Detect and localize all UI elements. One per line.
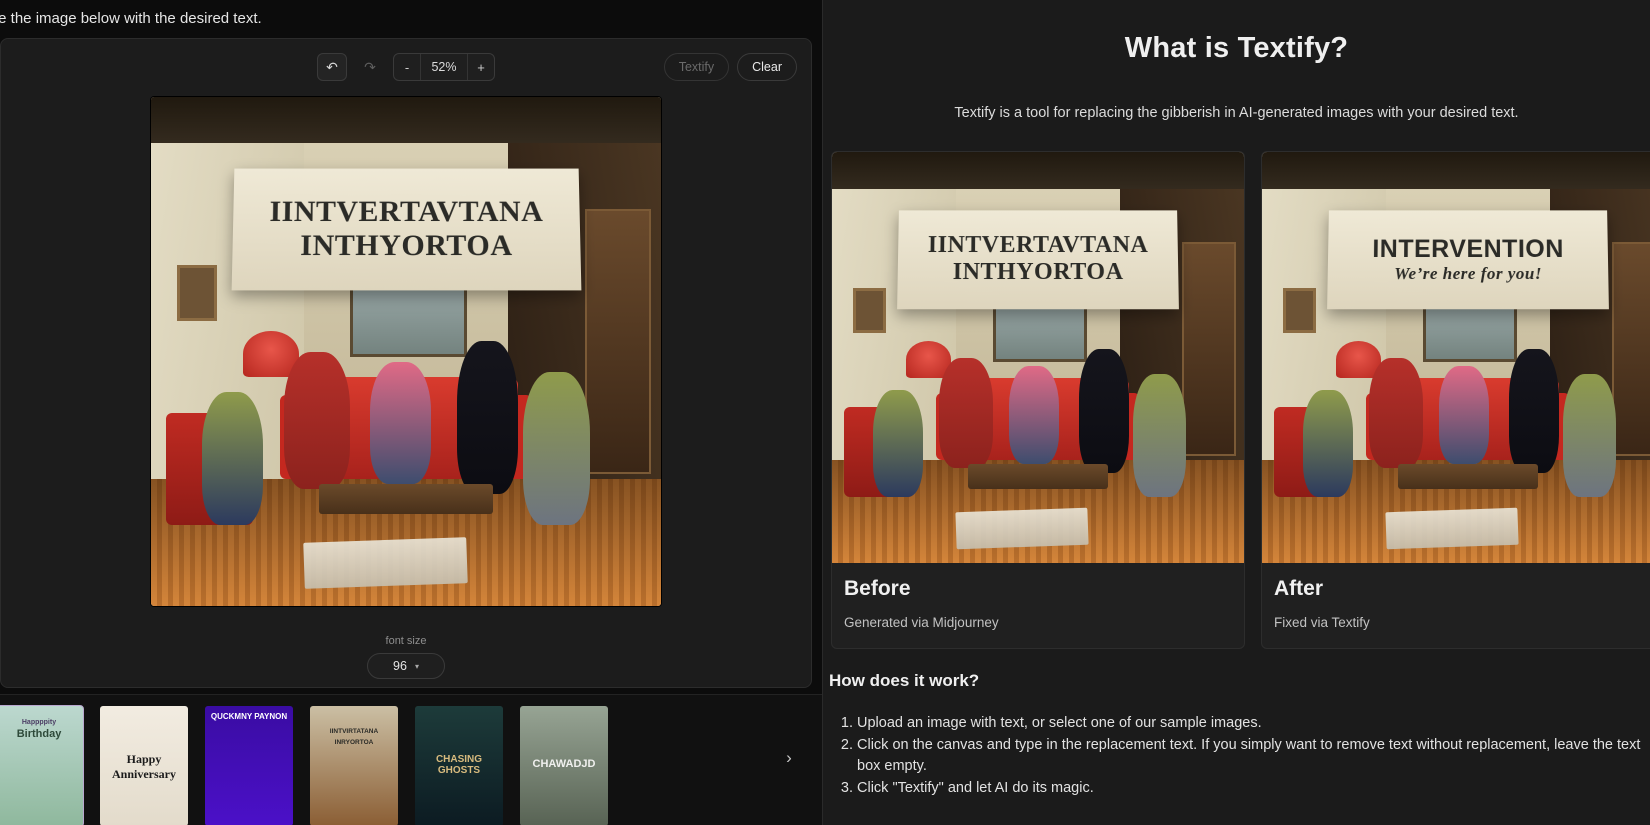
after-image: INTERVENTION We’re here for you!	[1262, 152, 1650, 563]
before-banner-line2: INTHYORTOA	[952, 258, 1124, 285]
canvas-banner: IINTVERTAVTANA INTHYORTOA	[231, 168, 581, 291]
editor-card: ↶ ↷ - 52% + Textify Clear IINTVERTAVTANA…	[0, 38, 812, 688]
sample-image-carousel: Happppity Birthday Happy Anniversary QUC…	[0, 694, 822, 825]
scene-artwork: IINTVERTAVTANA INTHYORTOA	[151, 97, 661, 606]
before-caption: Generated via Midjourney	[844, 615, 999, 630]
canvas-area: IINTVERTAVTANA INTHYORTOA	[1, 97, 811, 606]
after-banner-line2: We’re here for you!	[1393, 263, 1542, 283]
before-banner-line1: IINTVERTAVTANA	[927, 231, 1149, 258]
editor-toolbar: ↶ ↷ - 52% + Textify Clear	[1, 39, 811, 95]
before-card-body: Before Generated via Midjourney	[832, 563, 1244, 648]
thumb-1-cap-main: Birthday	[16, 728, 62, 740]
thumb-1-cap-top: Happppity	[21, 719, 57, 726]
after-banner: INTERVENTION We’re here for you!	[1326, 209, 1609, 309]
canvas-banner-line2: INTHYORTOA	[299, 229, 513, 263]
before-heading: Before	[844, 577, 911, 600]
before-card: IINTVERTAVTANA INTHYORTOA Before Generat…	[831, 151, 1245, 649]
undo-glyph: ↶	[326, 59, 338, 75]
after-banner-line1: INTERVENTION	[1372, 234, 1564, 263]
editable-image-canvas[interactable]: IINTVERTAVTANA INTHYORTOA	[151, 97, 661, 606]
zoom-out-button[interactable]: -	[394, 54, 420, 80]
thumbnail-intervention-room[interactable]: IINTVIRTATANA INRYORTOA	[310, 706, 398, 825]
thumbnail-chawadjd-city[interactable]: CHAWADJD	[520, 706, 608, 825]
thumb-3-cap-top: QUCKMNY PAYNON	[210, 712, 288, 721]
thumbnail-happy-anniversary[interactable]: Happy Anniversary	[100, 706, 188, 825]
canvas-banner-line1: IINTVERTAVTANA	[268, 195, 544, 229]
before-after-row: IINTVERTAVTANA INTHYORTOA Before Generat…	[823, 121, 1650, 649]
zoom-control: - 52% +	[393, 53, 495, 81]
undo-icon[interactable]: ↶	[317, 53, 347, 81]
thumb-4-cap-top: IINTVIRTATANA	[329, 728, 379, 735]
page-subtitle: Textify is a tool for replacing the gibb…	[954, 105, 1519, 121]
font-size-control: font size 96 ▾	[1, 635, 811, 679]
thumb-4-cap-main: INRYORTOA	[334, 739, 374, 746]
step-item: Click on the canvas and type in the repl…	[857, 735, 1650, 778]
page-title: What is Textify?	[1124, 32, 1349, 64]
thumbnail-birthday-dinosaur[interactable]: Happppity Birthday	[0, 705, 84, 825]
redo-glyph: ↷	[364, 59, 376, 75]
thumb-2-cap-main: Happy Anniversary	[112, 752, 176, 781]
after-card: INTERVENTION We’re here for you! After F…	[1261, 151, 1650, 649]
how-it-works-heading: How does it work?	[829, 671, 980, 690]
before-banner: IINTVERTAVTANA INTHYORTOA	[896, 209, 1179, 309]
before-image: IINTVERTAVTANA INTHYORTOA	[832, 152, 1244, 563]
redo-icon[interactable]: ↷	[355, 53, 385, 81]
textify-app: te the image below with the desired text…	[0, 0, 1650, 825]
editor-pane: te the image below with the desired text…	[0, 0, 822, 825]
step-item: Click "Textify" and let AI do its magic.	[857, 778, 1650, 800]
thumbnail-chasing-ghosts[interactable]: CHASING GHOSTS	[415, 706, 503, 825]
textify-button[interactable]: Textify	[663, 53, 730, 81]
zoom-in-button[interactable]: +	[468, 54, 494, 80]
info-pane: What is Textify? Textify is a tool for r…	[822, 0, 1650, 825]
after-heading: After	[1274, 577, 1324, 600]
zoom-level-value: 52%	[420, 54, 468, 80]
how-it-works-steps: Upload an image with text, or select one…	[823, 691, 1650, 800]
clear-button[interactable]: Clear	[737, 53, 797, 81]
font-size-label: font size	[385, 635, 427, 647]
thumbnail-quckmny-paynon[interactable]: QUCKMNY PAYNON	[205, 706, 293, 825]
toolbar-right-group: Textify Clear	[663, 53, 797, 81]
intro-text: te the image below with the desired text…	[0, 10, 262, 27]
thumb-5-cap-main: CHASING GHOSTS	[435, 754, 483, 776]
after-caption: Fixed via Textify	[1274, 615, 1370, 630]
after-card-body: After Fixed via Textify	[1262, 563, 1650, 648]
font-size-value: 96	[393, 659, 407, 673]
step-item: Upload an image with text, or select one…	[857, 713, 1650, 735]
chevron-down-icon: ▾	[414, 661, 419, 671]
font-size-select[interactable]: 96 ▾	[367, 653, 445, 679]
thumb-6-cap-main: CHAWADJD	[532, 758, 596, 770]
carousel-next-icon[interactable]: ›	[778, 747, 800, 769]
